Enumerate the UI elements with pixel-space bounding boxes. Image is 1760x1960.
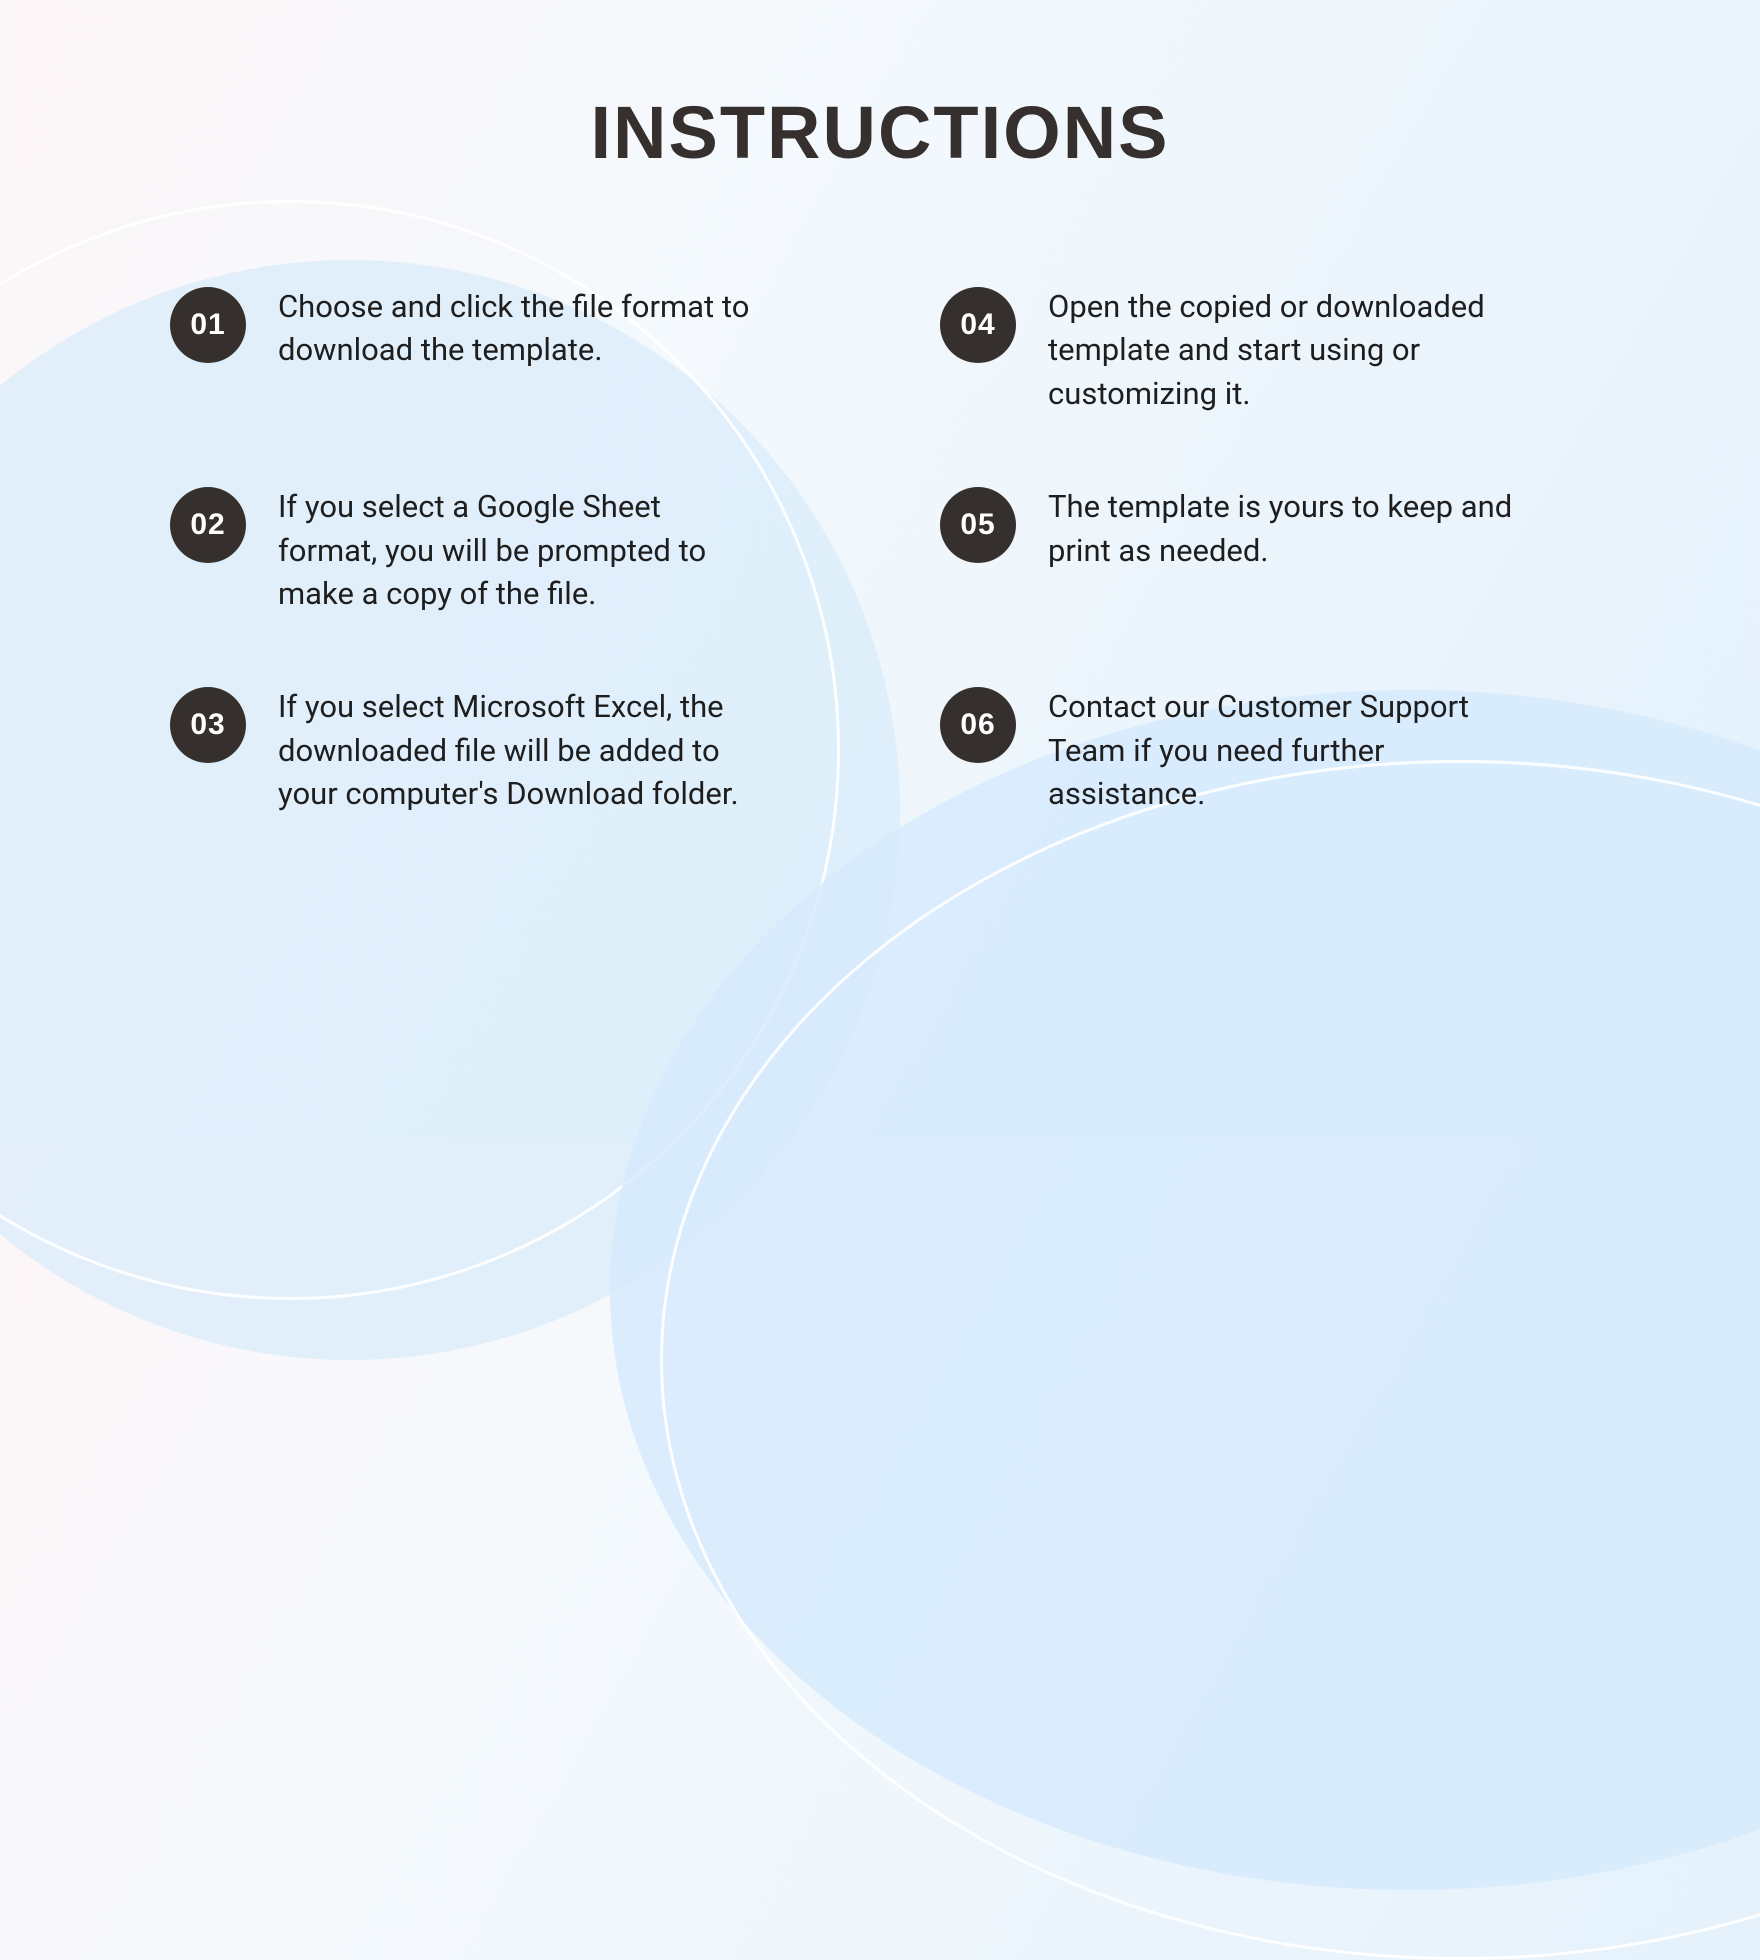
step-number-badge: 03	[170, 687, 246, 763]
step-text: If you select Microsoft Excel, the downl…	[278, 685, 758, 815]
page-title: INSTRUCTIONS	[170, 90, 1590, 175]
step-text: Open the copied or downloaded template a…	[1048, 285, 1528, 415]
step-item: 01 Choose and click the file format to d…	[170, 285, 820, 415]
step-item: 02 If you select a Google Sheet format, …	[170, 485, 820, 615]
step-item: 06 Contact our Customer Support Team if …	[940, 685, 1590, 815]
step-number-badge: 06	[940, 687, 1016, 763]
step-item: 05 The template is yours to keep and pri…	[940, 485, 1590, 615]
step-number-badge: 05	[940, 487, 1016, 563]
step-item: 03 If you select Microsoft Excel, the do…	[170, 685, 820, 815]
step-number-badge: 01	[170, 287, 246, 363]
step-text: If you select a Google Sheet format, you…	[278, 485, 758, 615]
step-text: Contact our Customer Support Team if you…	[1048, 685, 1528, 815]
steps-grid: 01 Choose and click the file format to d…	[170, 285, 1590, 816]
step-number-badge: 02	[170, 487, 246, 563]
step-item: 04 Open the copied or downloaded templat…	[940, 285, 1590, 415]
step-text: Choose and click the file format to down…	[278, 285, 758, 372]
instructions-panel: INSTRUCTIONS 01 Choose and click the fil…	[0, 0, 1760, 1140]
step-number-badge: 04	[940, 287, 1016, 363]
step-text: The template is yours to keep and print …	[1048, 485, 1528, 572]
